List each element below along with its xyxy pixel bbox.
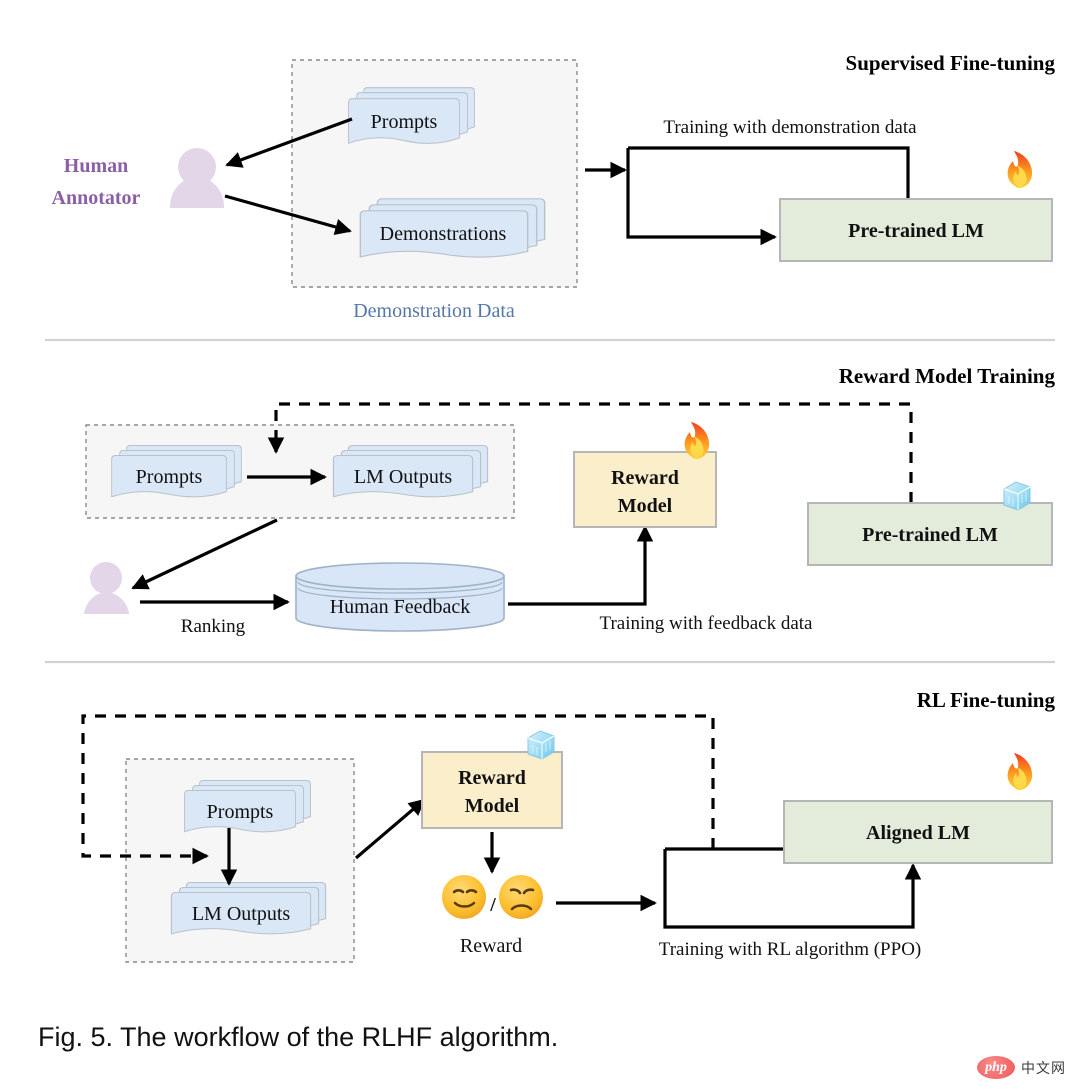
- box-label-reward-model-line1: Reward: [611, 467, 679, 489]
- edge-label-ranking: Ranking: [181, 616, 246, 637]
- box-pre-trained-lm: Pre-trained LM: [807, 481, 1053, 566]
- doc-label-prompts: Prompts: [136, 466, 203, 488]
- box-reward-model: Reward Model: [573, 422, 717, 528]
- human-annotator-label-line1: Human: [64, 155, 128, 177]
- box-reward-model: Reward Model: [421, 730, 563, 829]
- box-label-pre-trained-lm: Pre-trained LM: [848, 220, 984, 242]
- panel-title: Supervised Fine-tuning: [846, 51, 1056, 75]
- arrow-training-with-feedback-data: [508, 525, 654, 606]
- reward-separator: /: [489, 894, 496, 916]
- doc-label-lm-outputs: LM Outputs: [192, 903, 291, 925]
- rlhf-workflow-diagram: Supervised Fine-tuning Demonstration Dat…: [38, 51, 1056, 1052]
- box-label-reward-model-line2: Model: [618, 495, 673, 517]
- reward-label: Reward: [460, 935, 522, 957]
- box-pre-trained-lm: Pre-trained LM: [779, 151, 1053, 262]
- cylinder-human-feedback: Human Feedback: [295, 562, 505, 632]
- edge-label-training-with-feedback-data: Training with feedback data: [600, 613, 814, 634]
- cylinder-label-human-feedback: Human Feedback: [330, 596, 471, 618]
- doc-label-demonstrations: Demonstrations: [380, 223, 507, 245]
- box-label-reward-model-line2: Model: [465, 795, 520, 817]
- arrow-loop-into-model: [626, 148, 777, 246]
- edge-label-training-with-rl-algorithm: Training with RL algorithm (PPO): [659, 939, 922, 960]
- arrow-outputs-to-human: [131, 518, 278, 590]
- panel-rl-fine-tuning: RL Fine-tuning Prompts LM Outputs Reward: [81, 688, 1056, 963]
- doc-stack-prompts: Prompts: [111, 445, 242, 498]
- fire-icon: [1007, 753, 1033, 790]
- smiling-face-icon: [442, 875, 486, 919]
- edge-label-training-with-demonstration-data: Training with demonstration data: [663, 117, 917, 138]
- reward-signal: / Reward: [442, 875, 543, 957]
- doc-stack-lm-outputs: LM Outputs: [332, 444, 489, 498]
- ice-icon: [527, 730, 555, 760]
- ice-icon: [1003, 481, 1031, 511]
- panel-title: Reward Model Training: [839, 364, 1056, 388]
- figure-root: Supervised Fine-tuning Demonstration Dat…: [0, 0, 1080, 1091]
- panel-title: RL Fine-tuning: [917, 688, 1056, 712]
- watermark-php-logo: php: [977, 1056, 1015, 1079]
- panel-supervised-fine-tuning: Supervised Fine-tuning Demonstration Dat…: [52, 51, 1056, 322]
- fire-icon: [684, 422, 710, 459]
- doc-stack-prompts: Prompts: [348, 87, 475, 144]
- doc-stack-prompts: Prompts: [184, 780, 311, 833]
- arrow-outputs-to-reward-model: [354, 798, 426, 860]
- doc-label-prompts: Prompts: [207, 801, 274, 823]
- doc-stack-lm-outputs: LM Outputs: [170, 881, 327, 935]
- person-icon: [170, 148, 224, 208]
- disappointed-face-icon: [499, 875, 543, 919]
- box-label-pre-trained-lm: Pre-trained LM: [862, 524, 998, 546]
- box-aligned-lm: Aligned LM: [783, 753, 1053, 864]
- doc-label-lm-outputs: LM Outputs: [354, 466, 453, 488]
- doc-stack-demonstrations: Demonstrations: [359, 198, 546, 258]
- fire-icon: [1007, 151, 1033, 188]
- watermark-suffix: 中文网: [1021, 1060, 1066, 1077]
- watermark: php 中文网: [977, 1056, 1066, 1079]
- panel-reward-model-training: Reward Model Training Prompts LM Outputs: [84, 364, 1055, 637]
- human-annotator-label-line2: Annotator: [52, 187, 141, 209]
- box-label-aligned-lm: Aligned LM: [866, 822, 970, 844]
- human-annotator: Human Annotator: [52, 148, 224, 209]
- figure-caption: Fig. 5. The workflow of the RLHF algorit…: [38, 1022, 558, 1052]
- person-icon: [84, 562, 129, 614]
- demonstration-data-label: Demonstration Data: [353, 300, 515, 322]
- doc-label-prompts: Prompts: [371, 111, 438, 133]
- box-label-reward-model-line1: Reward: [458, 767, 526, 789]
